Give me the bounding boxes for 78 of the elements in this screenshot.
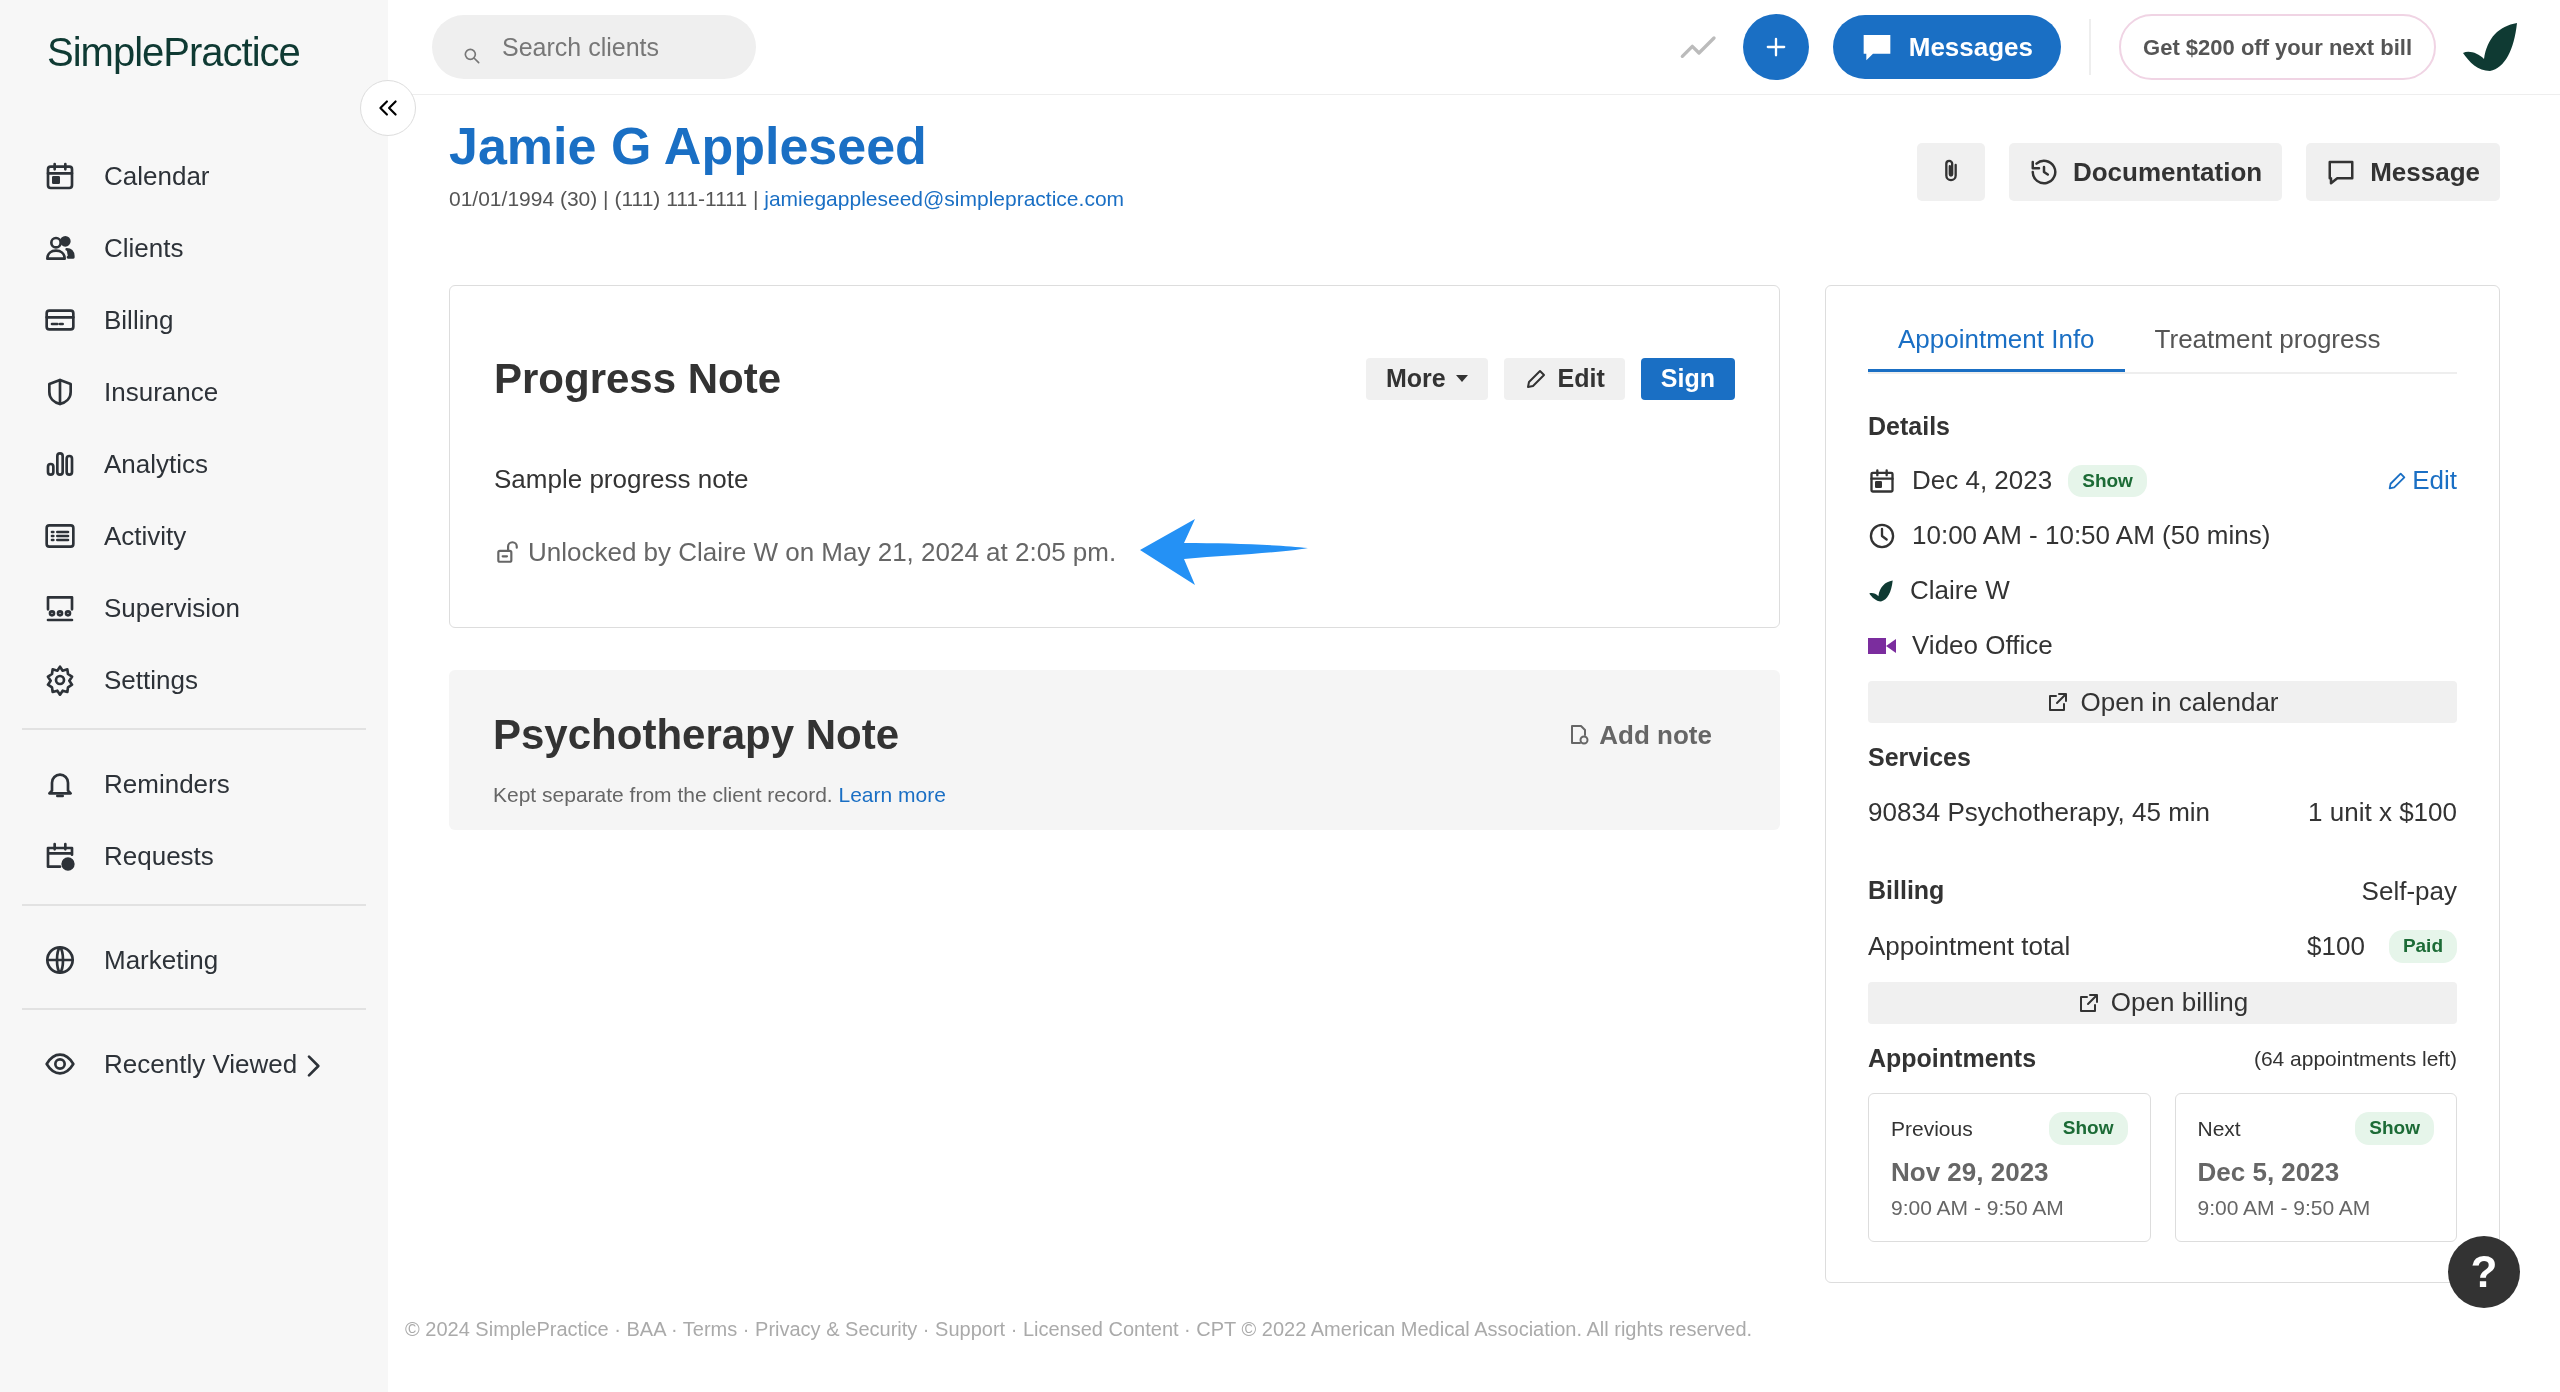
add-note-button[interactable]: Add note — [1561, 714, 1718, 756]
section-heading: Billing — [1868, 874, 1945, 906]
footer-text: © 2024 SimplePractice · BAA · Terms · Privacy & Security · Support · Licensed Content · CPT © 2022 American Medical Association. All rights reserved. — [404, 1317, 1754, 1342]
globe-icon — [44, 944, 76, 976]
card-label: Next — [2197, 1115, 2241, 1142]
sidebar-item[interactable]: Insurance — [22, 356, 366, 428]
appointments-remaining: (64 appointments left) — [2253, 1045, 2457, 1072]
sidebar-item[interactable]: Clients — [22, 212, 366, 284]
logo[interactable]: SimplePractice — [22, 0, 366, 140]
section-heading: Details — [1868, 410, 1951, 442]
status-badge: Show — [2048, 1112, 2128, 1145]
clinician-name: Claire W — [1910, 574, 2010, 608]
header-button[interactable]: Documentation — [2008, 143, 2283, 201]
sidebar-item[interactable]: Settings — [22, 644, 366, 716]
note-description: Kept separate from the client record. Learn more — [493, 781, 947, 808]
help-button[interactable]: ? — [2448, 1236, 2520, 1308]
calendar-icon — [1868, 466, 1896, 495]
clock-icon — [1868, 521, 1896, 550]
appointment-card[interactable]: Previous Show Nov 29, 2023 9:00 AM - 9:50 AM — [1868, 1093, 2151, 1243]
collapse-button[interactable] — [360, 80, 416, 136]
open-billing-button[interactable]: Open billing — [1868, 981, 2457, 1024]
total-amount: $100 — [2307, 929, 2365, 963]
sidebar-item[interactable]: Reminders — [22, 748, 366, 820]
promo-button[interactable]: Get $200 off your next bill — [2119, 14, 2436, 80]
service-units: 1 unit x $100 — [2308, 795, 2457, 829]
total-label: Appointment total — [1868, 929, 2071, 963]
section-heading: Appointments — [1868, 1042, 2037, 1074]
open-calendar-button[interactable]: Open in calendar — [1868, 681, 2457, 724]
card-date: Dec 5, 2023 — [2197, 1155, 2341, 1189]
unlock-status: Unlocked by Claire W on May 21, 2024 at 2:05 pm. — [528, 535, 1117, 569]
search-field[interactable]: Search clients — [432, 15, 756, 79]
more-button[interactable]: More — [1365, 358, 1488, 401]
messages-button[interactable]: Messages — [1832, 15, 2062, 79]
status-badge: Show — [2355, 1112, 2434, 1145]
card-time: 9:00 AM - 9:50 AM — [1891, 1194, 2065, 1221]
sidebar-item[interactable]: Requests — [22, 820, 366, 892]
edit-link[interactable]: Edit — [2386, 461, 2457, 501]
card-time: 9:00 AM - 9:50 AM — [2197, 1194, 2372, 1221]
video-camera-icon — [1868, 635, 1896, 656]
appointment-card[interactable]: Next Show Dec 5, 2023 9:00 AM - 9:50 AM — [2174, 1093, 2457, 1243]
payment-badge: Paid — [2388, 930, 2457, 963]
caret-icon — [1455, 375, 1468, 384]
edit-button[interactable]: Edit — [1503, 358, 1625, 401]
email-link[interactable]: jamiegappleseed@simplepractice.com — [764, 187, 1125, 211]
settings-icon — [44, 664, 76, 696]
appointment-time: 10:00 AM - 10:50 AM (50 mins) — [1912, 519, 2271, 553]
client-name: Jamie G Appleseed — [449, 116, 928, 177]
note-text: Sample progress note — [494, 463, 750, 497]
tab[interactable]: Treatment progress — [2124, 319, 2411, 372]
sidebar-item[interactable]: Activity — [22, 500, 366, 572]
leaf-logo-icon[interactable] — [2460, 20, 2520, 74]
sidebar-item[interactable]: Supervision — [22, 572, 366, 644]
sidebar-item[interactable]: Billing — [22, 284, 366, 356]
leaf-icon — [1868, 578, 1894, 603]
calendar-plus-icon — [44, 840, 76, 872]
sidebar-item[interactable]: Marketing — [22, 924, 366, 996]
sidebar-item[interactable]: Recently Viewed — [22, 1028, 366, 1100]
section-heading: Services — [1868, 742, 1972, 774]
appointment-date: Dec 4, 2023 — [1912, 464, 2053, 498]
location: Video Office — [1912, 629, 2053, 663]
attachment-button[interactable] — [1916, 143, 1985, 201]
service-name: 90834 Psychotherapy, 45 min — [1868, 795, 2211, 829]
sidebar-item[interactable]: Analytics — [22, 428, 366, 500]
tab[interactable]: Appointment Info — [1868, 319, 2125, 372]
card-date: Nov 29, 2023 — [1891, 1155, 2050, 1189]
note-title: Progress Note — [494, 353, 782, 404]
card-label: Previous — [1891, 1115, 1973, 1142]
header-button[interactable]: Message — [2306, 143, 2500, 201]
sign-button[interactable]: Sign — [1640, 358, 1735, 401]
calendar-icon — [44, 160, 76, 192]
client-details: 01/01/1994 (30) | (111) 111-1111 | jamiegappleseed@simplepractice.com — [449, 186, 1125, 213]
search-icon — [462, 46, 482, 67]
note-title: Psychotherapy Note — [493, 710, 900, 761]
learn-more-link[interactable]: Learn more — [838, 782, 946, 806]
unlock-icon — [494, 539, 520, 566]
sidebar-item[interactable]: Calendar — [22, 140, 366, 212]
billing-type: Self-pay — [2361, 874, 2457, 908]
status-badge: Show — [2068, 464, 2147, 498]
